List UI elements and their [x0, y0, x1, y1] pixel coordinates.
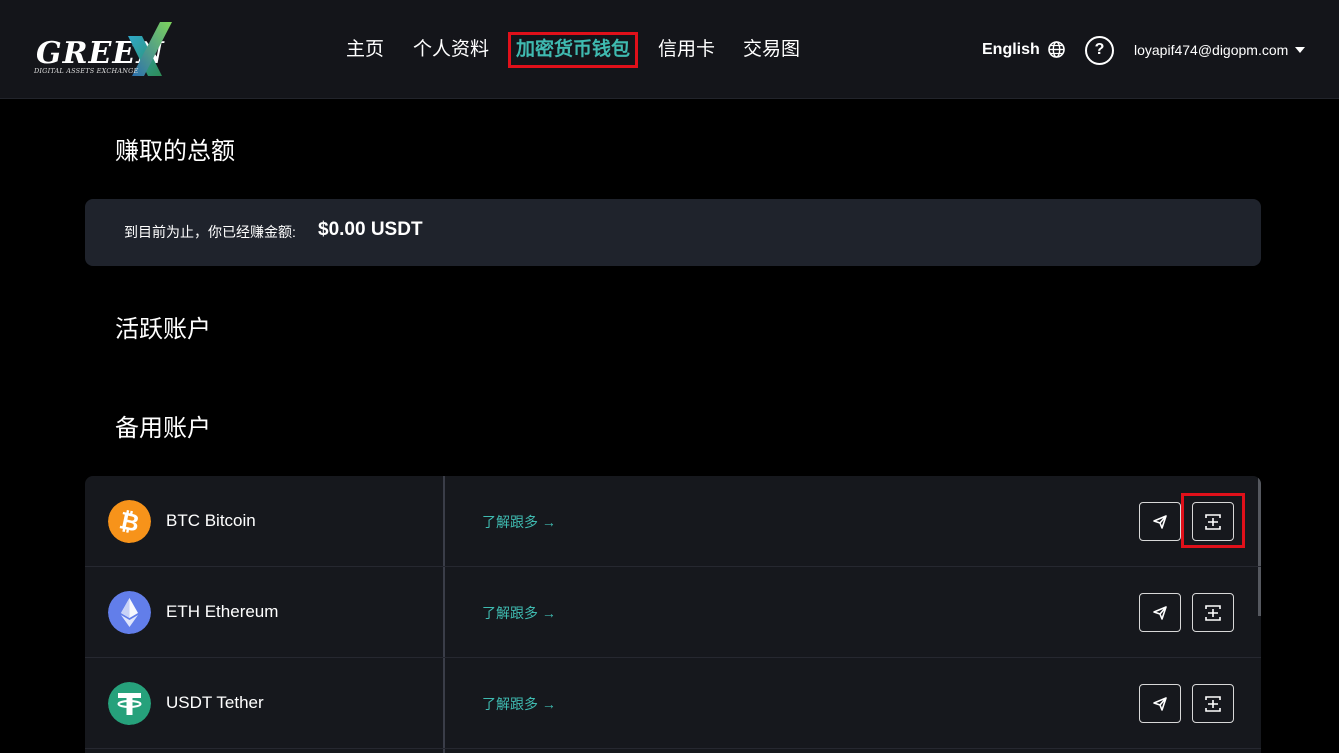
- learn-more-link[interactable]: 了解跟多 →: [482, 603, 556, 623]
- receive-button[interactable]: [1192, 684, 1234, 723]
- logo-subtitle: DIGITAL ASSETS EXCHANGE: [34, 67, 139, 75]
- nav-item-profile[interactable]: 个人资料: [413, 32, 489, 68]
- scan-add-icon: [1205, 605, 1221, 621]
- bitcoin-icon: ₿: [108, 500, 151, 543]
- scan-add-icon: [1205, 696, 1221, 712]
- user-email-menu[interactable]: loyapif474@digopm.com: [1134, 38, 1288, 62]
- earnings-label: 到目前为止，你已经赚金额:: [124, 224, 296, 240]
- backup-accounts-title: 备用账户: [115, 415, 211, 442]
- send-icon: [1153, 515, 1167, 529]
- help-icon[interactable]: ?: [1085, 36, 1114, 65]
- globe-icon[interactable]: [1048, 41, 1065, 58]
- send-button[interactable]: [1139, 502, 1181, 541]
- learn-more-link[interactable]: 了解跟多 →: [482, 512, 556, 532]
- send-icon: [1153, 697, 1167, 711]
- table-row: ₿ BTC Bitcoin 了解跟多 →: [85, 476, 1261, 567]
- coin-name: BTC Bitcoin: [166, 511, 256, 530]
- table-row: USDT Tether 了解跟多 →: [85, 658, 1261, 749]
- earnings-title: 赚取的总额: [115, 138, 235, 165]
- backup-accounts-table: ₿ BTC Bitcoin 了解跟多 → ETH Ethereum 了解跟多 →: [85, 476, 1261, 753]
- earnings-amount: $0.00 USDT: [318, 219, 423, 240]
- caret-down-icon[interactable]: [1295, 47, 1305, 53]
- receive-button-highlight: [1181, 493, 1245, 548]
- nav-item-trading-chart[interactable]: 交易图: [743, 32, 800, 68]
- receive-button[interactable]: [1192, 593, 1234, 632]
- earnings-panel: 到目前为止，你已经赚金额: $0.00 USDT: [85, 199, 1261, 266]
- tether-icon: [108, 682, 151, 725]
- nav-item-crypto-wallet[interactable]: 加密货币钱包: [508, 32, 639, 68]
- greenx-logo[interactable]: GREEN DIGITAL ASSETS EXCHANGE: [34, 22, 174, 78]
- nav-item-credit-card[interactable]: 信用卡: [658, 32, 715, 68]
- nav-item-home[interactable]: 主页: [346, 32, 384, 68]
- language-selector[interactable]: English: [982, 38, 1040, 62]
- coin-name: ETH Ethereum: [166, 602, 279, 621]
- send-button[interactable]: [1139, 593, 1181, 632]
- learn-more-link[interactable]: 了解跟多 →: [482, 694, 556, 714]
- active-accounts-title: 活跃账户: [115, 316, 211, 343]
- top-navigation-bar: GREEN DIGITAL ASSETS EXCHANGE 主页 个人资料 加密…: [0, 0, 1339, 99]
- coin-name: USDT Tether: [166, 693, 264, 712]
- send-icon: [1153, 606, 1167, 620]
- table-row: ETH Ethereum 了解跟多 →: [85, 567, 1261, 658]
- send-button[interactable]: [1139, 684, 1181, 723]
- ethereum-icon: [108, 591, 151, 634]
